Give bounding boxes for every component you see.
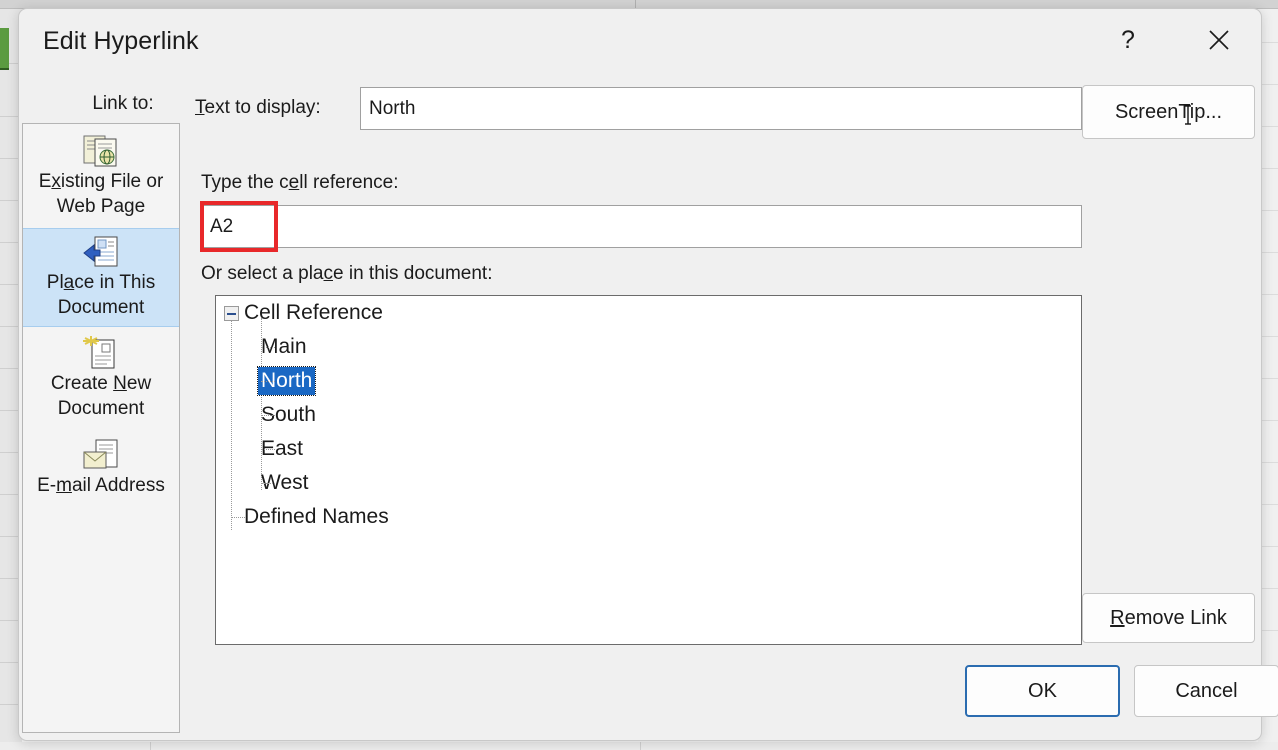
cancel-button-label: Cancel (1175, 680, 1237, 703)
tree-node-label: Cell Reference (244, 299, 383, 327)
remove-link-button-label: Remove Link (1110, 607, 1227, 630)
cell-reference-input[interactable] (201, 205, 1082, 248)
tree-guide-line (261, 483, 275, 484)
help-question-glyph: ? (1121, 26, 1135, 55)
screentip-button[interactable]: ScreenTip... (1082, 85, 1255, 139)
remove-link-button[interactable]: Remove Link (1082, 593, 1255, 643)
sidebar-item-place-in-this-document[interactable]: Place in This Document (23, 228, 179, 327)
select-place-label: Or select a place in this document: (201, 263, 492, 285)
sidebar-item-label-line2: Document (23, 295, 179, 320)
sidebar-item-label-line1: Place in This (23, 270, 179, 295)
sidebar-item-email-address[interactable]: E-mail Address (23, 432, 179, 504)
text-to-display-input[interactable] (360, 87, 1082, 130)
sidebar-item-label-line2: Document (23, 396, 179, 421)
sidebar-item-label-line2: Web Page (23, 194, 179, 219)
create-new-document-icon (23, 336, 179, 370)
excel-bottom-strip (0, 742, 1278, 750)
sidebar-item-existing-file-or-web-page[interactable]: Existing File or Web Page (23, 128, 179, 225)
sidebar-item-create-new-document[interactable]: Create New Document (23, 330, 179, 427)
help-icon[interactable]: ? (1106, 19, 1150, 61)
tree-guide-line (261, 347, 275, 348)
tree-guide-line (261, 381, 275, 382)
dialog-title: Edit Hyperlink (43, 27, 199, 56)
link-to-panel: Existing File or Web Page Place in This … (22, 123, 180, 733)
existing-file-web-page-icon (23, 134, 179, 168)
sidebar-item-label-line1: Create New (23, 371, 179, 396)
sidebar-item-label-line1: E-mail Address (23, 473, 179, 498)
ok-button[interactable]: OK (965, 665, 1120, 717)
tree-node-cell-reference[interactable]: Cell Reference (216, 296, 1081, 330)
tree-guide-line (231, 517, 245, 518)
excel-selected-cell-marker (0, 28, 9, 70)
tree-node-east[interactable]: East (216, 432, 1081, 466)
tree-node-west[interactable]: West (216, 466, 1081, 500)
collapse-minus-icon[interactable] (224, 306, 239, 321)
tree-node-south[interactable]: South (216, 398, 1081, 432)
ok-button-label: OK (1028, 680, 1057, 703)
close-icon[interactable] (1197, 19, 1241, 61)
edit-hyperlink-dialog: Edit Hyperlink ? Link to: (18, 8, 1262, 741)
tree-node-label: Defined Names (244, 503, 389, 531)
tree-node-defined-names[interactable]: Defined Names (216, 500, 1081, 534)
tree-node-north[interactable]: North (216, 364, 1081, 398)
link-to-label: Link to: (53, 93, 193, 115)
document-place-treeview[interactable]: Cell Reference Main North South East Wes… (215, 295, 1082, 645)
dialog-titlebar: Edit Hyperlink ? (19, 9, 1261, 71)
place-in-document-icon (23, 235, 179, 269)
email-address-icon (23, 438, 179, 472)
text-to-display-label: Text to display: (195, 97, 321, 119)
tree-node-main[interactable]: Main (216, 330, 1081, 364)
tree-guide-line (261, 449, 275, 450)
screentip-button-label: ScreenTip... (1115, 101, 1222, 124)
cancel-button[interactable]: Cancel (1134, 665, 1278, 717)
tree-guide-line (261, 415, 275, 416)
cell-reference-label: Type the cell reference: (201, 172, 399, 194)
sidebar-item-label-line1: Existing File or (23, 169, 179, 194)
